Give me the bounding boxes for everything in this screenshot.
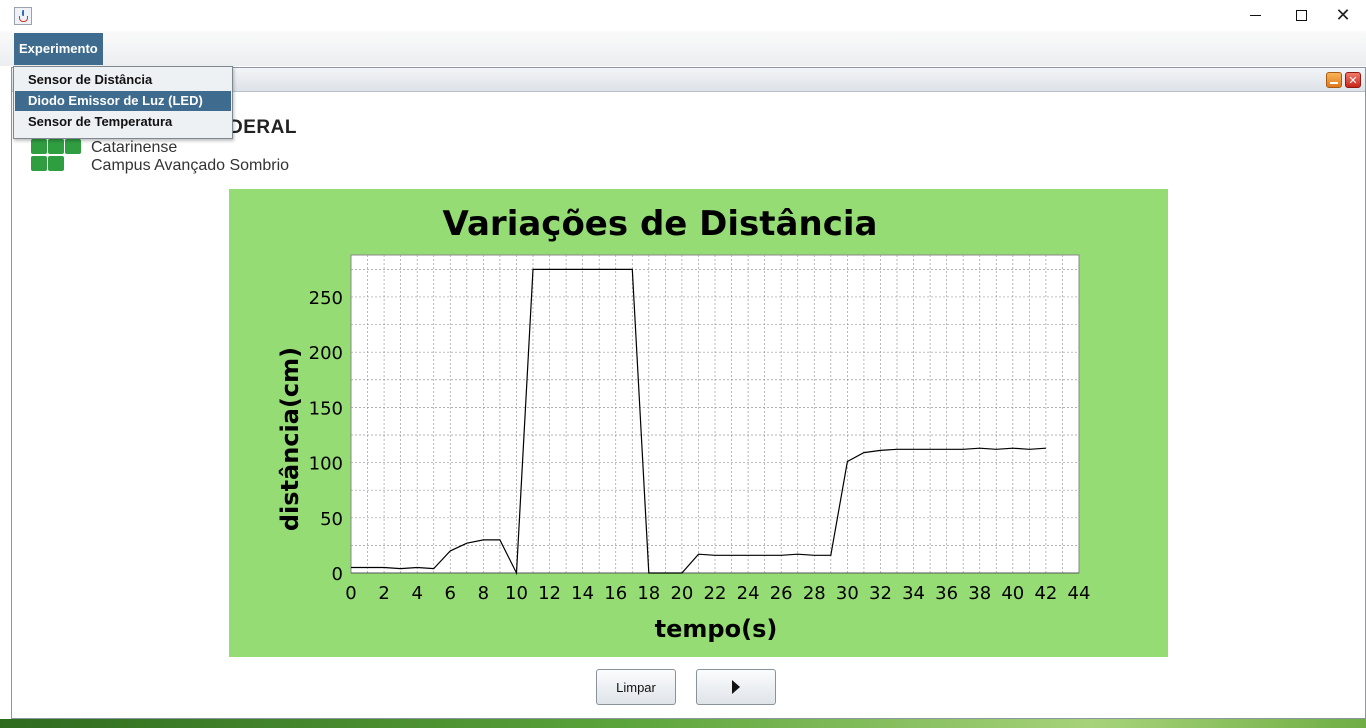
x-tick-label: 40 xyxy=(1001,583,1024,604)
logo-title: DERAL xyxy=(229,117,297,138)
menu-bar: Experimento xyxy=(0,31,1366,66)
logo-subtitle-line1: Catarinense xyxy=(91,139,178,156)
chart-panel: 0 2 4 6 8 10 12 14 16 18 20 22 24 26 28 30 32 34 36 38 40 42 4… xyxy=(229,189,1168,657)
y-axis-label: distância(cm) xyxy=(276,347,304,531)
y-tick-label: 100 xyxy=(309,454,343,475)
x-tick-label: 0 xyxy=(345,583,356,604)
x-tick-label: 10 xyxy=(505,583,528,604)
y-tick-label: 50 xyxy=(320,509,343,530)
menu-experimento[interactable]: Experimento xyxy=(14,33,103,65)
window-title-bar: ✕ xyxy=(0,0,1366,31)
x-tick-label: 18 xyxy=(637,583,660,604)
y-tick-label: 250 xyxy=(309,288,343,309)
close-window-button[interactable]: ✕ xyxy=(1320,0,1366,31)
x-tick-label: 34 xyxy=(902,583,925,604)
x-tick-label: 12 xyxy=(538,583,561,604)
x-tick-label: 20 xyxy=(670,583,693,604)
minimize-window-button[interactable] xyxy=(1232,0,1278,31)
screen: ✕ Experimento ✕ DERAL Catarinense Campus… xyxy=(0,0,1366,728)
x-tick-label: 4 xyxy=(411,583,422,604)
menu-item-sensor-distancia[interactable]: Sensor de Distância xyxy=(15,70,231,90)
x-tick-label: 8 xyxy=(478,583,489,604)
logo-subtitle-line2: Campus Avançado Sombrio xyxy=(91,157,290,174)
limpar-button[interactable]: Limpar xyxy=(596,669,676,705)
internal-frame-close-button[interactable]: ✕ xyxy=(1345,72,1361,88)
maximize-window-button[interactable] xyxy=(1278,0,1324,31)
x-axis-label: tempo(s) xyxy=(655,615,778,643)
x-tick-label: 44 xyxy=(1068,583,1091,604)
play-icon xyxy=(732,680,740,694)
distance-chart: 0 2 4 6 8 10 12 14 16 18 20 22 24 26 28 30 32 34 36 38 40 42 4… xyxy=(276,204,1091,643)
play-button[interactable] xyxy=(696,669,776,705)
internal-frame-minimize-button[interactable] xyxy=(1326,72,1342,88)
x-tick-label: 6 xyxy=(445,583,456,604)
menu-item-diodo-led[interactable]: Diodo Emissor de Luz (LED) xyxy=(15,91,231,111)
x-tick-label: 24 xyxy=(737,583,760,604)
x-tick-label: 26 xyxy=(770,583,793,604)
y-tick-label: 150 xyxy=(309,398,343,419)
x-tick-label: 14 xyxy=(571,583,594,604)
menu-item-sensor-temperatura[interactable]: Sensor de Temperatura xyxy=(15,112,231,132)
x-tick-label: 30 xyxy=(836,583,859,604)
x-tick-label: 28 xyxy=(803,583,826,604)
desktop-background-strip xyxy=(0,719,1366,728)
x-tick-label: 22 xyxy=(704,583,727,604)
plot-area xyxy=(350,254,1080,574)
x-tick-label: 2 xyxy=(378,583,389,604)
x-tick-label: 36 xyxy=(935,583,958,604)
experimento-dropdown-menu: Sensor de Distância Diodo Emissor de Luz … xyxy=(13,66,233,139)
x-tick-label: 38 xyxy=(968,583,991,604)
x-tick-label: 42 xyxy=(1034,583,1057,604)
x-tick-label: 16 xyxy=(604,583,627,604)
java-app-icon xyxy=(14,7,32,25)
y-tick-label: 0 xyxy=(332,564,343,585)
y-tick-label: 200 xyxy=(309,343,343,364)
chart-title: Variações de Distância xyxy=(443,204,878,244)
x-tick-label: 32 xyxy=(869,583,892,604)
